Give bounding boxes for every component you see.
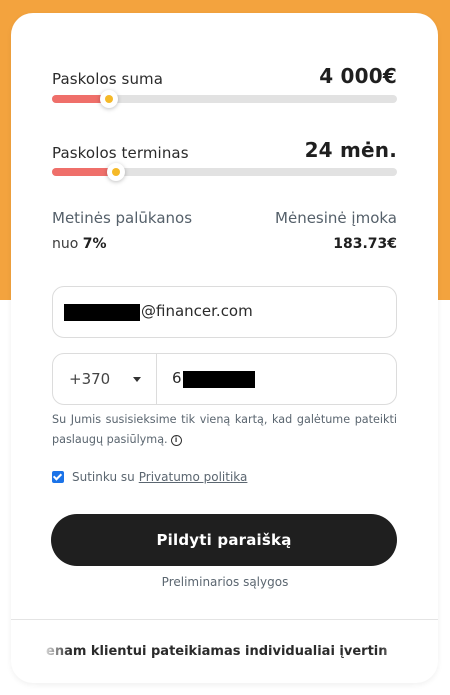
monthly-payment-value: 183.73€	[275, 236, 397, 252]
privacy-consent: Sutinku su Privatumo politika	[52, 470, 247, 484]
submit-application-button[interactable]: Pildyti paraišką	[51, 514, 397, 566]
loan-amount-slider[interactable]	[52, 90, 397, 108]
loan-term-row: Paskolos terminas 24 mėn.	[52, 138, 397, 162]
monthly-payment-title: Mėnesinė įmoka	[275, 209, 397, 227]
interest-rate: nuo 7%	[52, 236, 192, 252]
loan-amount-row: Paskolos suma 4 000€	[52, 64, 397, 88]
loan-amount-slider-thumb[interactable]	[99, 90, 118, 108]
phone-prefix-select[interactable]: +370	[69, 370, 110, 388]
loan-term-slider[interactable]	[52, 163, 397, 181]
loan-amount-label: Paskolos suma	[52, 70, 164, 88]
phone-number-input[interactable]: 6	[172, 369, 182, 387]
ticker-fade-left	[40, 640, 70, 666]
email-field[interactable]: @financer.com	[52, 286, 397, 338]
email-redacted	[64, 304, 140, 321]
loan-term-slider-thumb[interactable]	[106, 163, 125, 181]
privacy-consent-text: Sutinku su	[72, 470, 135, 484]
preliminary-terms-link[interactable]: Preliminarios sąlygos	[0, 575, 450, 589]
interest-info: Metinės palūkanos nuo 7%	[52, 209, 192, 252]
email-domain: @financer.com	[141, 302, 253, 320]
phone-divider	[156, 354, 157, 404]
card-divider	[11, 619, 438, 620]
interest-value: 7%	[82, 236, 107, 252]
interest-prefix: nuo	[52, 236, 79, 252]
loan-term-label: Paskolos terminas	[52, 144, 189, 162]
privacy-consent-checkbox[interactable]	[52, 471, 64, 483]
contact-note-text: Su Jumis susisieksime tik vieną kartą, k…	[52, 413, 397, 446]
chevron-down-icon[interactable]	[133, 377, 141, 382]
info-ticker: enam klientui pateikiamas individualiai …	[46, 644, 388, 659]
loan-term-value: 24 mėn.	[304, 138, 397, 162]
loan-amount-value: 4 000€	[319, 64, 397, 88]
contact-note: Su Jumis susisieksime tik vieną kartą, k…	[52, 410, 397, 450]
info-icon[interactable]: i	[170, 435, 182, 446]
phone-redacted	[183, 371, 255, 388]
monthly-payment-amount: 183.73€	[333, 236, 397, 252]
phone-field: +370 6	[52, 353, 397, 405]
interest-title: Metinės palūkanos	[52, 209, 193, 227]
ticker-fade-right	[380, 640, 410, 666]
privacy-policy-link[interactable]: Privatumo politika	[139, 470, 248, 484]
monthly-payment-info: Mėnesinė įmoka 183.73€	[275, 209, 397, 252]
